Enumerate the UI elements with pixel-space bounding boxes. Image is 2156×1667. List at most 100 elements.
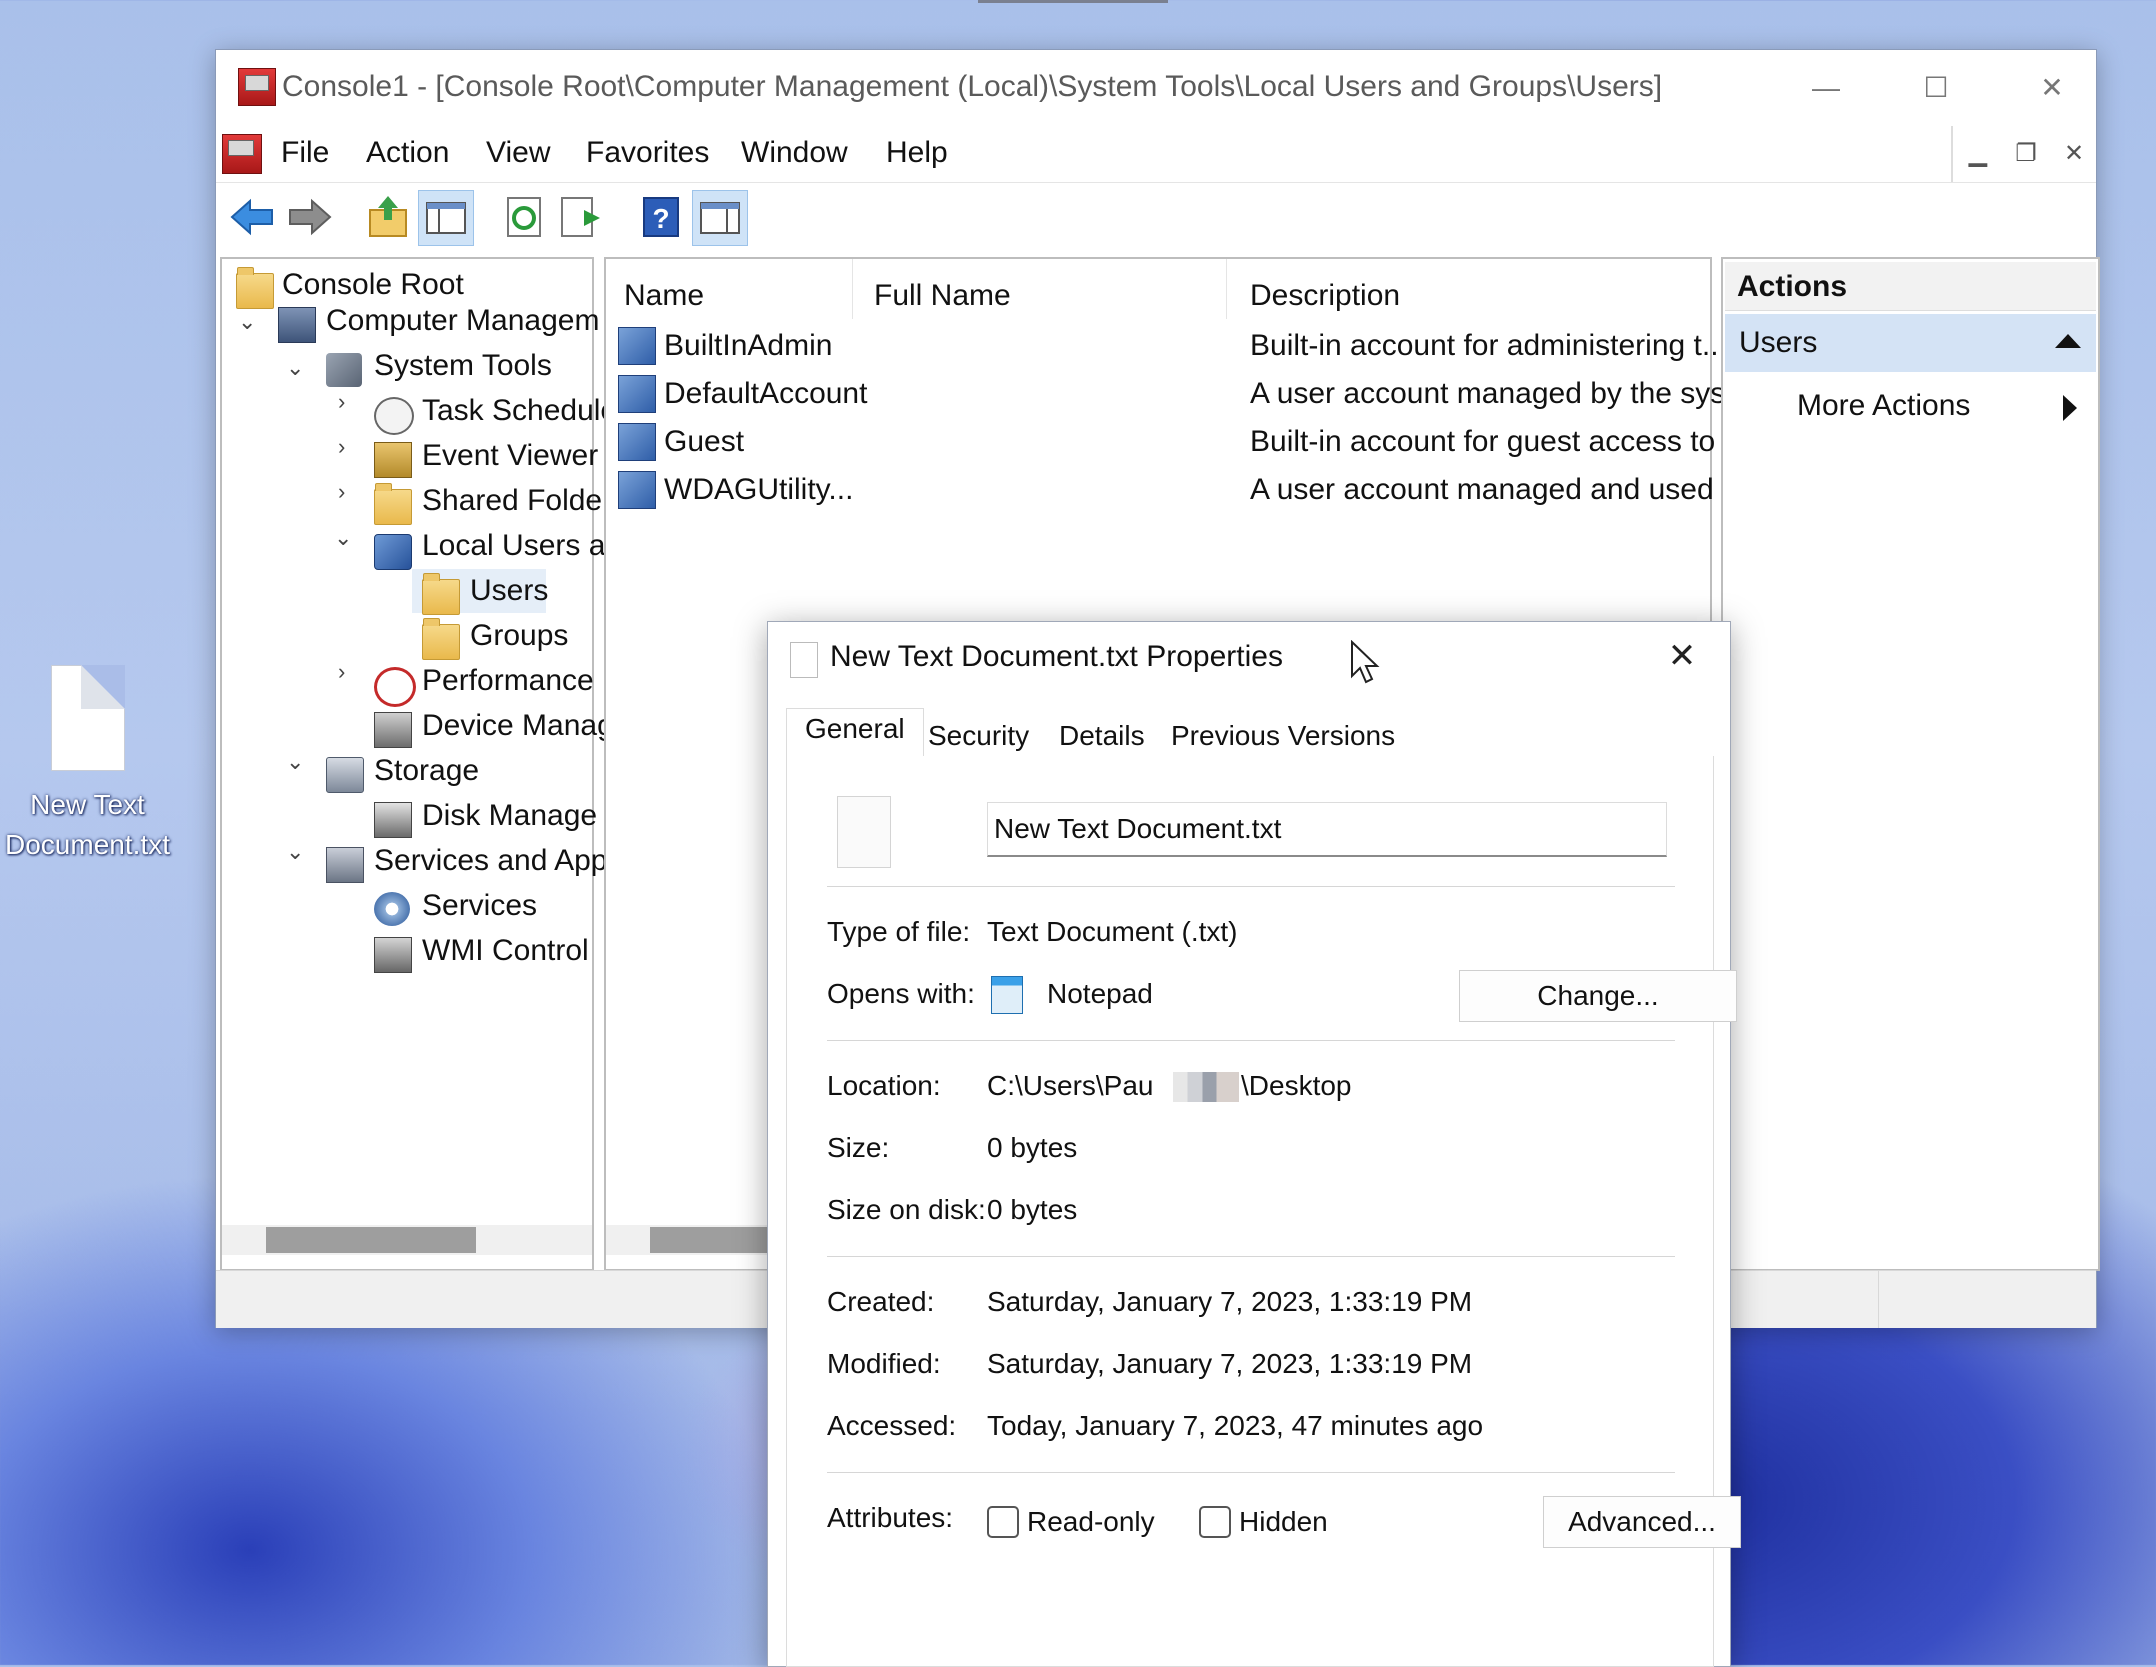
- modified-label: Modified:: [827, 1348, 941, 1379]
- desktop-icon-new-text-document[interactable]: New Text Document.txt: [0, 665, 175, 865]
- modified-value: Saturday, January 7, 2023, 1:33:19 PM: [987, 1348, 1473, 1379]
- chevron-right-icon[interactable]: ›: [338, 479, 345, 505]
- menu-action[interactable]: Action: [366, 136, 449, 170]
- tree-item-computer-management[interactable]: Computer Managem: [326, 299, 599, 343]
- file-type-icon: [837, 796, 891, 868]
- mdi-minimize-icon[interactable]: ▁: [1955, 136, 2001, 172]
- collapse-up-icon[interactable]: [2055, 334, 2081, 350]
- tree-horizontal-scrollbar[interactable]: [222, 1225, 592, 1255]
- menu-file[interactable]: File: [281, 136, 329, 170]
- attributes-label: Attributes:: [827, 1502, 954, 1533]
- tree-item-event-viewer[interactable]: Event Viewer: [422, 434, 598, 478]
- wmi-control-icon: [374, 937, 412, 973]
- tree-item-services[interactable]: Services: [422, 884, 537, 928]
- chevron-down-icon[interactable]: ⌄: [286, 355, 304, 381]
- up-folder-icon[interactable]: [362, 190, 416, 244]
- hidden-label[interactable]: Hidden: [1239, 1506, 1328, 1538]
- tab-details[interactable]: Details: [1049, 716, 1155, 756]
- console-tree: Console Root ⌄ Computer Managem ⌄ System…: [220, 257, 617, 1271]
- tree-item-storage[interactable]: Storage: [374, 749, 479, 793]
- chevron-right-icon[interactable]: ›: [338, 434, 345, 460]
- column-header-full-name[interactable]: Full Name: [874, 279, 1011, 313]
- show-hide-action-pane-icon[interactable]: [692, 190, 748, 246]
- tab-previous-versions[interactable]: Previous Versions: [1161, 716, 1405, 756]
- accessed-label: Accessed:: [827, 1410, 957, 1441]
- size-label: Size:: [827, 1132, 890, 1163]
- refresh-icon[interactable]: [498, 190, 552, 244]
- back-arrow-icon[interactable]: [226, 190, 280, 244]
- read-only-label[interactable]: Read-only: [1027, 1506, 1155, 1538]
- chevron-down-icon[interactable]: ⌄: [238, 309, 256, 335]
- actions-title: Actions: [1737, 270, 1848, 303]
- chevron-right-icon[interactable]: ›: [338, 389, 345, 415]
- type-of-file-label: Type of file:: [827, 916, 971, 947]
- shared-folders-icon: [374, 483, 412, 525]
- user-row-name[interactable]: BuiltInAdmin: [664, 329, 832, 363]
- tree-item-device-manager[interactable]: Device Manag: [422, 704, 614, 748]
- folder-icon: [422, 618, 460, 660]
- tab-general[interactable]: General: [786, 708, 924, 758]
- services-applications-icon: [326, 847, 364, 883]
- properties-dialog: New Text Document.txt Properties ✕ Gener…: [767, 621, 1741, 1667]
- text-file-icon: [50, 665, 125, 771]
- minimize-button[interactable]: —: [1796, 68, 1856, 108]
- read-only-checkbox[interactable]: [987, 1506, 1019, 1538]
- file-name-input[interactable]: New Text Document.txt: [987, 802, 1667, 857]
- user-row-name[interactable]: DefaultAccount: [664, 377, 867, 411]
- actions-section-users[interactable]: Users: [1725, 314, 2096, 372]
- more-actions-item[interactable]: More Actions: [1797, 389, 1970, 423]
- tree-item-task-scheduler[interactable]: Task Schedule: [422, 389, 617, 433]
- mdi-close-icon[interactable]: ✕: [2051, 136, 2097, 172]
- user-row-name[interactable]: Guest: [664, 425, 744, 459]
- tree-scrollbar-thumb[interactable]: [266, 1227, 476, 1253]
- desktop-icon-label-1: New Text: [30, 789, 145, 820]
- advanced-button[interactable]: Advanced...: [1543, 1496, 1741, 1548]
- maximize-button[interactable]: ☐: [1906, 68, 1966, 108]
- menu-help[interactable]: Help: [886, 136, 948, 170]
- tree-item-shared-folders[interactable]: Shared Folde: [422, 479, 602, 523]
- mdi-restore-icon[interactable]: ❐: [2003, 136, 2049, 172]
- menu-window[interactable]: Window: [741, 136, 848, 170]
- window-title: Console1 - [Console Root\Computer Manage…: [282, 70, 1663, 103]
- user-row-name[interactable]: WDAGUtility...: [664, 473, 853, 507]
- tree-item-local-users-groups[interactable]: Local Users a: [422, 524, 605, 568]
- chevron-down-icon[interactable]: ⌄: [286, 839, 304, 865]
- chevron-down-icon[interactable]: ⌄: [286, 749, 304, 775]
- user-account-icon: [618, 471, 656, 509]
- console-menu-icon[interactable]: [222, 134, 262, 174]
- device-manager-icon: [374, 712, 412, 748]
- tree-item-users[interactable]: Users: [470, 569, 548, 613]
- tree-item-wmi-control[interactable]: WMI Control: [422, 929, 589, 973]
- tree-item-performance[interactable]: Performance: [422, 659, 594, 703]
- column-separator[interactable]: [852, 259, 853, 319]
- tree-item-services-applications[interactable]: Services and App: [374, 839, 607, 883]
- size-on-disk-value: 0 bytes: [987, 1194, 1078, 1225]
- tree-item-groups[interactable]: Groups: [470, 614, 568, 658]
- menu-favorites[interactable]: Favorites: [586, 136, 709, 170]
- chevron-right-icon[interactable]: ›: [338, 659, 345, 685]
- tab-security[interactable]: Security: [918, 716, 1039, 756]
- list-scrollbar-thumb[interactable]: [650, 1227, 780, 1253]
- export-list-icon[interactable]: [554, 190, 608, 244]
- show-hide-tree-icon[interactable]: [418, 190, 474, 246]
- divider: [827, 1472, 1675, 1473]
- change-button[interactable]: Change...: [1459, 970, 1737, 1022]
- event-viewer-icon: [374, 442, 412, 478]
- redacted-username: [1173, 1072, 1239, 1102]
- forward-arrow-icon[interactable]: [282, 190, 336, 244]
- close-button[interactable]: ✕: [2022, 68, 2082, 108]
- dialog-close-button[interactable]: ✕: [1656, 634, 1708, 678]
- menu-view[interactable]: View: [486, 136, 550, 170]
- column-header-name[interactable]: Name: [624, 279, 704, 313]
- system-tools-icon: [326, 353, 362, 387]
- tree-item-system-tools[interactable]: System Tools: [374, 344, 552, 388]
- column-header-description[interactable]: Description: [1250, 279, 1400, 313]
- svg-text:?: ?: [652, 203, 669, 234]
- help-icon[interactable]: ?: [634, 190, 688, 244]
- chevron-down-icon[interactable]: ⌄: [334, 525, 352, 551]
- column-separator[interactable]: [1226, 259, 1227, 319]
- type-of-file-value: Text Document (.txt): [987, 916, 1238, 947]
- opens-with-label: Opens with:: [827, 978, 975, 1009]
- hidden-checkbox[interactable]: [1199, 1506, 1231, 1538]
- tree-item-disk-management[interactable]: Disk Manage: [422, 794, 597, 838]
